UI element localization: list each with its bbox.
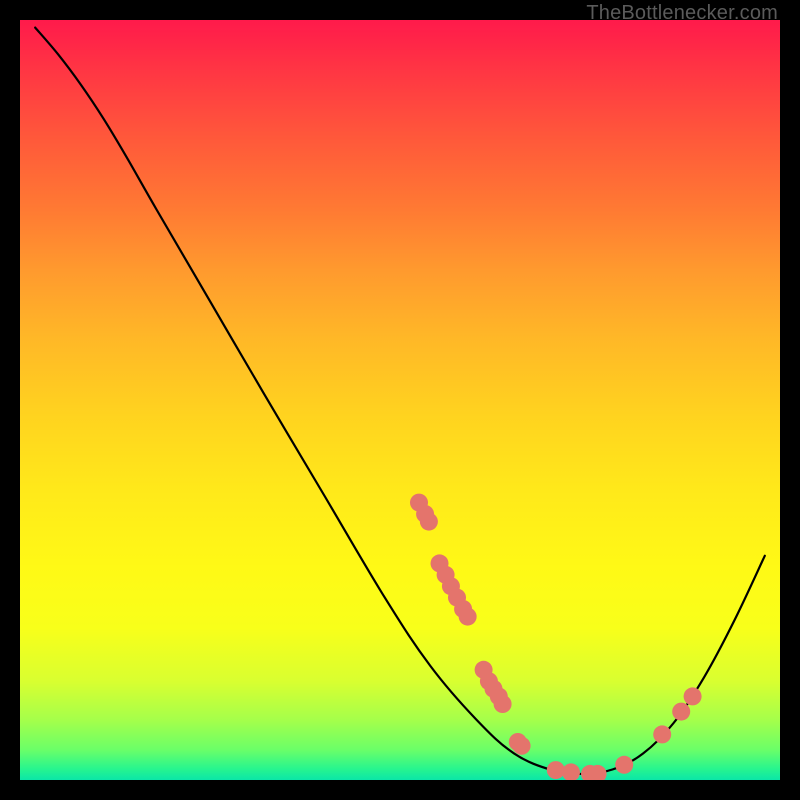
chart-container: TheBottlenecker.com xyxy=(0,0,800,800)
chart-marker xyxy=(513,737,531,755)
chart-svg xyxy=(20,20,780,780)
chart-marker xyxy=(672,703,690,721)
chart-line xyxy=(35,28,765,774)
chart-marker xyxy=(494,695,512,713)
chart-marker xyxy=(562,763,580,780)
chart-marker xyxy=(547,761,565,779)
chart-marker xyxy=(684,687,702,705)
watermark-text: TheBottlenecker.com xyxy=(586,2,778,25)
chart-marker xyxy=(420,513,438,531)
chart-marker xyxy=(459,608,477,626)
chart-marker xyxy=(615,756,633,774)
plot-area xyxy=(20,20,780,780)
chart-markers xyxy=(410,494,702,780)
chart-marker xyxy=(653,725,671,743)
